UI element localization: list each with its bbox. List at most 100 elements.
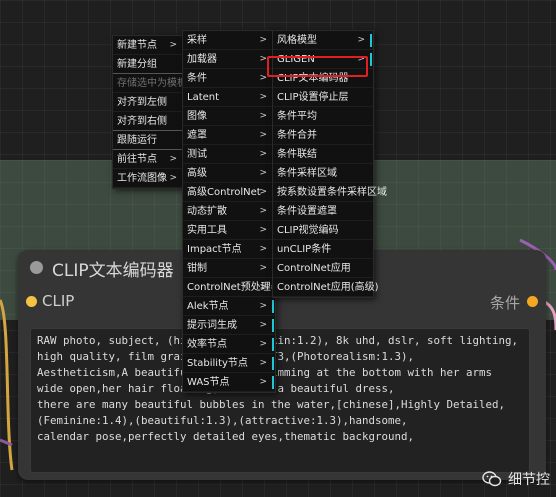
conditioning-menu-item[interactable]: 按系数设置条件采样区域 bbox=[273, 183, 387, 202]
submenu-arrow-icon: > bbox=[259, 225, 267, 235]
submenu-arrow-icon: > bbox=[169, 173, 177, 183]
category-menu-item[interactable]: 测试 > bbox=[183, 145, 275, 164]
category-menu-item-label: 高级 bbox=[187, 168, 207, 179]
submenu-arrow-icon: > bbox=[259, 320, 267, 330]
category-menu-item-label: 效率节点 bbox=[187, 339, 227, 350]
context-menu-item-label: 对齐到右侧 bbox=[117, 116, 167, 127]
submenu-arrow-icon: > bbox=[259, 187, 267, 197]
category-menu-item[interactable]: 实用工具 > bbox=[183, 221, 275, 240]
prompt-textarea[interactable]: RAW photo, subject, (high detailed skin:… bbox=[30, 328, 530, 473]
context-menu-item[interactable]: 对齐到右侧 bbox=[113, 112, 185, 131]
submenu-arrow-icon: > bbox=[357, 35, 365, 45]
submenu-arrow-icon: > bbox=[259, 282, 267, 292]
conditioning-menu-item-label: ControlNet应用(高级) bbox=[277, 282, 379, 293]
conditioning-menu-item[interactable]: 条件平均 bbox=[273, 107, 373, 126]
category-menu-item-label: 高级ControlNet bbox=[187, 187, 261, 198]
context-menu-item-label: 对齐到左侧 bbox=[117, 97, 167, 108]
collapse-dot-icon[interactable] bbox=[30, 261, 43, 274]
conditioning-menu-item-label: 按系数设置条件采样区域 bbox=[277, 187, 387, 198]
context-menu-item-label: 存储选中为模板 bbox=[117, 78, 187, 89]
conditioning-menu-item[interactable]: CLIP视觉编码 bbox=[273, 221, 373, 240]
category-menu-item[interactable]: 高级ControlNet > bbox=[183, 183, 275, 202]
context-menu-item[interactable]: 新建节点 > bbox=[113, 36, 185, 55]
category-menu-item[interactable]: WAS节点 > bbox=[183, 373, 275, 392]
conditioning-menu-item[interactable]: ControlNet应用 bbox=[273, 259, 373, 278]
context-menu-item-label: 前往节点 bbox=[117, 154, 157, 165]
context-menu: 新建节点 > 新建分组 存储选中为模板 对齐到左侧 对齐到右侧 跟随运行 前往节点 > 工作流图像… bbox=[112, 35, 187, 189]
conditioning-menu-item[interactable]: 条件合并 bbox=[273, 126, 373, 145]
submenu-arrow-icon: > bbox=[259, 73, 267, 83]
context-menu-item[interactable]: 新建分组 bbox=[113, 55, 185, 74]
submenu-arrow-icon: > bbox=[169, 40, 177, 50]
category-menu-item[interactable]: 采样 > bbox=[183, 31, 275, 50]
category-menu-item[interactable]: Impact节点 > bbox=[183, 240, 275, 259]
context-menu-item-label: 新建节点 bbox=[117, 40, 157, 51]
category-menu-item-label: Latent bbox=[187, 92, 220, 103]
category-menu-item[interactable]: 效率节点 > bbox=[183, 335, 275, 354]
conditioning-menu-item[interactable]: 条件联结 bbox=[273, 145, 373, 164]
context-menu-item[interactable]: 跟随运行 bbox=[113, 131, 185, 150]
category-menu-item[interactable]: ControlNet预处理器 > bbox=[183, 278, 281, 297]
category-menu-item-label: 测试 bbox=[187, 149, 207, 160]
submenu-arrow-icon: > bbox=[259, 244, 267, 254]
category-menu-item-label: 条件 bbox=[187, 73, 207, 84]
category-menu-item-label: 采样 bbox=[187, 35, 207, 46]
conditioning-menu-item[interactable]: 风格模型 > bbox=[273, 31, 373, 50]
submenu-arrow-icon: > bbox=[259, 35, 267, 45]
category-menu-item[interactable]: Alek节点 > bbox=[183, 297, 275, 316]
submenu-indicator-bar bbox=[272, 319, 274, 332]
conditioning-output-slot[interactable] bbox=[527, 296, 538, 307]
context-menu-item-label: 跟随运行 bbox=[117, 135, 157, 146]
conditioning-menu-item[interactable]: 条件采样区域 bbox=[273, 164, 373, 183]
submenu-arrow-icon: > bbox=[259, 206, 267, 216]
submenu-arrow-icon: > bbox=[259, 111, 267, 121]
conditioning-menu-item-label: CLIP设置停止层 bbox=[277, 92, 349, 103]
submenu-arrow-icon: > bbox=[259, 339, 267, 349]
submenu-arrow-icon: > bbox=[259, 301, 267, 311]
watermark-text: 细节控 bbox=[508, 472, 550, 488]
context-menu-item-label: 工作流图像 bbox=[117, 173, 167, 184]
category-menu-item[interactable]: Stability节点 > bbox=[183, 354, 275, 373]
clip-input-slot[interactable] bbox=[26, 296, 37, 307]
category-menu-item-label: 实用工具 bbox=[187, 225, 227, 236]
context-menu-item-label: 新建分组 bbox=[117, 59, 157, 70]
submenu-arrow-icon: > bbox=[259, 130, 267, 140]
conditioning-menu-item[interactable]: unCLIP条件 bbox=[273, 240, 373, 259]
submenu-indicator-bar bbox=[370, 34, 372, 47]
category-menu-item[interactable]: 遮罩 > bbox=[183, 126, 275, 145]
clip-input-label: CLIP bbox=[42, 292, 75, 310]
conditioning-menu-item-label: 风格模型 bbox=[277, 35, 317, 46]
category-menu-item[interactable]: 加载器 > bbox=[183, 50, 275, 69]
context-menu-item[interactable]: 前往节点 > bbox=[113, 150, 185, 169]
category-menu-item[interactable]: 高级 > bbox=[183, 164, 275, 183]
conditioning-menu-item[interactable]: CLIP设置停止层 bbox=[273, 88, 373, 107]
category-menu-item[interactable]: 图像 > bbox=[183, 107, 275, 126]
category-menu-item[interactable]: 条件 > bbox=[183, 69, 275, 88]
highlight-box bbox=[267, 56, 368, 77]
category-menu-item-label: WAS节点 bbox=[187, 377, 230, 388]
submenu-indicator-bar bbox=[272, 376, 274, 389]
watermark: 细节控 bbox=[482, 469, 550, 489]
submenu-arrow-icon: > bbox=[259, 263, 267, 273]
category-menu-item-label: Stability节点 bbox=[187, 358, 248, 369]
context-menu-item[interactable]: 对齐到左侧 bbox=[113, 93, 185, 112]
category-menu-item[interactable]: 提示词生成 > bbox=[183, 316, 275, 335]
conditioning-menu-item-label: 条件合并 bbox=[277, 130, 317, 141]
node-category-menu: 采样 > 加载器 > 条件 > Latent > 图像 > 遮罩 > 测试 > 高级 > 高级ControlNe… bbox=[182, 30, 281, 393]
category-menu-item[interactable]: 动态扩散 > bbox=[183, 202, 275, 221]
category-menu-item-label: 加载器 bbox=[187, 54, 217, 65]
conditioning-menu-item-label: unCLIP条件 bbox=[277, 244, 332, 255]
category-menu-item-label: 钳制 bbox=[187, 263, 207, 274]
submenu-indicator-bar bbox=[272, 300, 274, 313]
conditioning-menu-item[interactable]: 条件设置遮罩 bbox=[273, 202, 373, 221]
wechat-icon bbox=[482, 471, 502, 487]
conditioning-menu-item-label: 条件采样区域 bbox=[277, 168, 337, 179]
category-menu-item[interactable]: Latent > bbox=[183, 88, 275, 107]
submenu-arrow-icon: > bbox=[259, 54, 267, 64]
submenu-arrow-icon: > bbox=[259, 149, 267, 159]
conditioning-menu-item[interactable]: ControlNet应用(高级) bbox=[273, 278, 379, 297]
category-menu-item[interactable]: 钳制 > bbox=[183, 259, 275, 278]
context-menu-item[interactable]: 工作流图像 > bbox=[113, 169, 185, 188]
conditioning-output-label: 条件 bbox=[489, 294, 520, 312]
submenu-indicator-bar bbox=[370, 53, 372, 66]
